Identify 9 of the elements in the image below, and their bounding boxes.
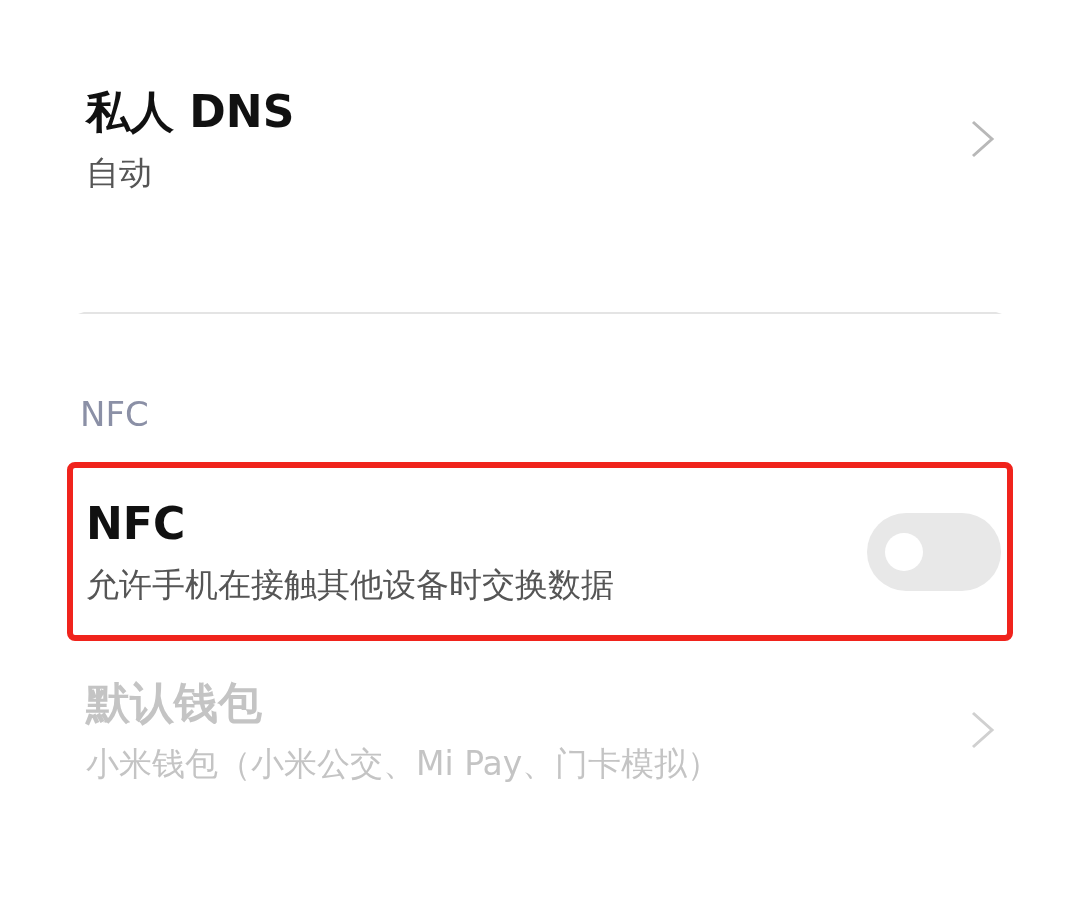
setting-description: 自动 [86, 152, 153, 193]
chevron-right-icon [970, 709, 996, 750]
setting-description: 允许手机在接触其他设备时交换数据 [86, 565, 614, 605]
setting-title: 默认钱包 [86, 676, 263, 730]
section-header: NFC [80, 394, 150, 435]
setting-title: NFC [86, 498, 187, 552]
chevron-right-icon [970, 119, 996, 160]
setting-description: 小米钱包（小米公交、Mi Pay、门卡模拟） [86, 743, 721, 784]
setting-title: 私人 DNS [86, 86, 295, 139]
